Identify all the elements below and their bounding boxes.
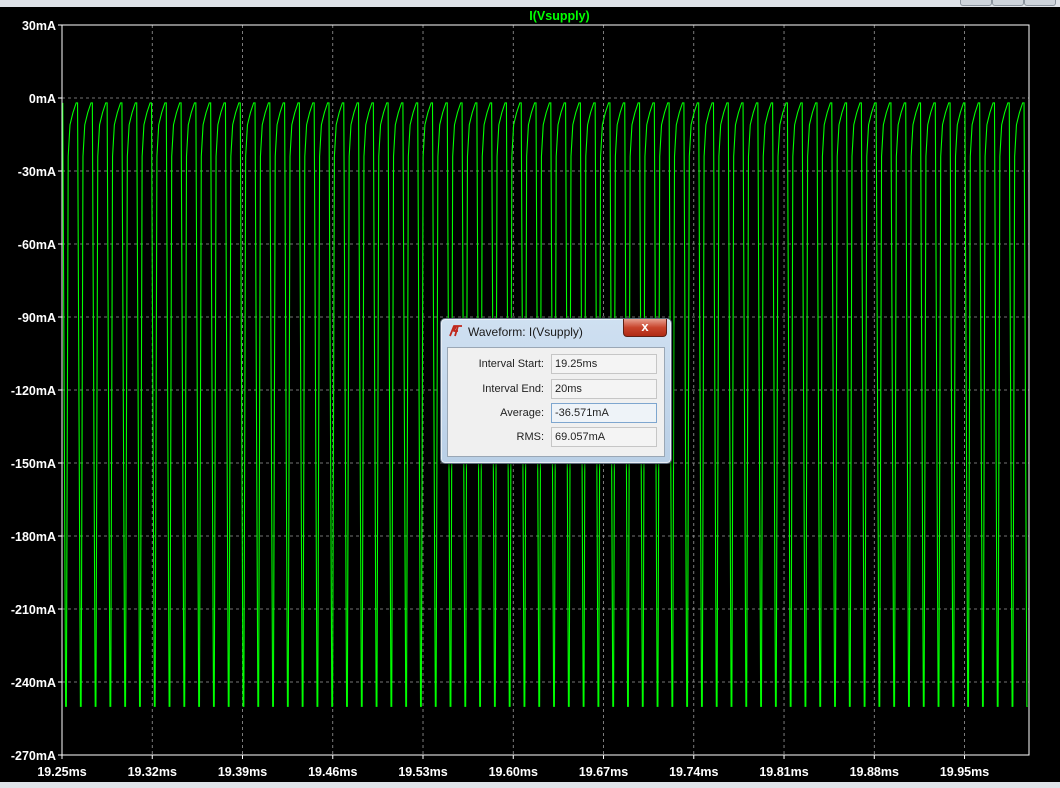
dialog-title: Waveform: I(Vsupply) bbox=[468, 325, 583, 339]
rms-row: RMS: 69.057mA bbox=[448, 427, 664, 447]
x-tick-label: 19.95ms bbox=[940, 765, 989, 779]
average-field[interactable]: -36.571mA bbox=[551, 403, 657, 423]
y-tick-label: 30mA bbox=[22, 19, 56, 33]
y-tick-label: -150mA bbox=[11, 457, 56, 471]
x-tick-label: 19.25ms bbox=[37, 765, 86, 779]
y-tick-label: -90mA bbox=[18, 311, 56, 325]
x-tick-label: 19.46ms bbox=[308, 765, 357, 779]
rms-label: RMS: bbox=[516, 431, 545, 443]
x-tick-label: 19.53ms bbox=[398, 765, 447, 779]
interval-start-field[interactable]: 19.25ms bbox=[551, 354, 657, 374]
x-tick-label: 19.39ms bbox=[218, 765, 267, 779]
average-row: Average: -36.571mA bbox=[448, 403, 664, 423]
dialog-close-button[interactable]: x bbox=[623, 319, 667, 337]
y-tick-label: -180mA bbox=[11, 530, 56, 544]
y-tick-label: -120mA bbox=[11, 384, 56, 398]
y-tick-label: -240mA bbox=[11, 676, 56, 690]
ltspice-logo-icon bbox=[449, 325, 462, 337]
y-tick-label: -30mA bbox=[18, 165, 56, 179]
waveform-stats-dialog: Waveform: I(Vsupply) x Interval Start: 1… bbox=[440, 318, 672, 464]
x-tick-label: 19.88ms bbox=[850, 765, 899, 779]
y-tick-label: -270mA bbox=[11, 749, 56, 763]
close-icon: x bbox=[641, 319, 649, 334]
dialog-body: Interval Start: 19.25ms Interval End: 20… bbox=[447, 347, 665, 457]
y-tick-label: 0mA bbox=[29, 92, 56, 106]
x-tick-label: 19.81ms bbox=[759, 765, 808, 779]
y-tick-label: -210mA bbox=[11, 603, 56, 617]
x-axis: 19.25ms 19.32ms 19.39ms 19.46ms 19.53ms 19.60… bbox=[37, 755, 989, 779]
y-tick-label: -60mA bbox=[18, 238, 56, 252]
x-tick-label: 19.74ms bbox=[669, 765, 718, 779]
interval-end-field[interactable]: 20ms bbox=[551, 379, 657, 399]
interval-end-row: Interval End: 20ms bbox=[448, 379, 664, 399]
y-axis: 30mA 0mA -30mA -60mA -90mA -120mA -150mA -180mA… bbox=[11, 19, 62, 763]
interval-start-label: Interval Start: bbox=[478, 358, 544, 370]
interval-end-label: Interval End: bbox=[482, 383, 544, 395]
x-tick-label: 19.32ms bbox=[128, 765, 177, 779]
interval-start-row: Interval Start: 19.25ms bbox=[448, 354, 664, 374]
rms-field[interactable]: 69.057mA bbox=[551, 427, 657, 447]
x-tick-label: 19.67ms bbox=[579, 765, 628, 779]
x-tick-label: 19.60ms bbox=[489, 765, 538, 779]
trace-title[interactable]: I(Vsupply) bbox=[529, 9, 589, 23]
waveform-viewer-window: 30mA 0mA -30mA -60mA -90mA -120mA -150mA -180mA… bbox=[0, 0, 1060, 788]
dialog-titlebar[interactable]: Waveform: I(Vsupply) x bbox=[441, 319, 671, 345]
window-bottom-edge bbox=[0, 782, 1060, 788]
average-label: Average: bbox=[500, 407, 544, 419]
